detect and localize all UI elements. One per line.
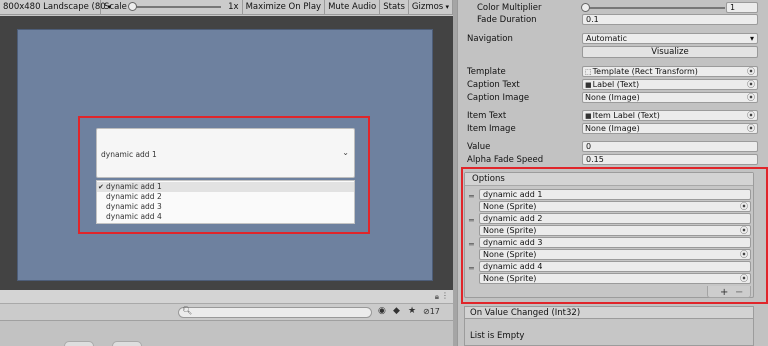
item-image-label: Item Image <box>467 124 516 134</box>
text-component-icon: ■ <box>585 81 592 89</box>
scale-label: Scale <box>104 1 127 12</box>
panel-tab-strip: 🔒︎ ⋮ <box>0 290 453 304</box>
hidden-count[interactable]: ⊘17 <box>423 307 440 316</box>
object-picker-icon[interactable]: ⦿ <box>747 93 755 102</box>
template-row: Template ⬚Template (Rect Transform) ⦿ <box>458 66 768 78</box>
color-multiplier-input[interactable]: 1 <box>726 2 758 13</box>
game-view-panel: 800x480 Landscape (80 Scale 1x Maximize … <box>0 0 453 346</box>
value-input[interactable]: 0 <box>582 141 758 152</box>
caption-image-row: Caption Image None (Image) ⦿ <box>458 92 768 104</box>
color-multiplier-slider-knob[interactable] <box>581 3 590 12</box>
search-icon: 🔍︎ <box>182 306 193 315</box>
list-empty-text: List is Empty <box>470 331 525 341</box>
color-multiplier-row: Color Multiplier 1 <box>458 2 768 14</box>
text-component-icon: ■ <box>585 112 592 120</box>
item-text-object-field[interactable]: ■Item Label (Text) ⦿ <box>582 110 758 121</box>
alpha-fade-speed-label: Alpha Fade Speed <box>467 155 544 165</box>
caption-image-object-field[interactable]: None (Image) ⦿ <box>582 92 758 103</box>
navigation-row: Navigation Automatic <box>458 33 768 45</box>
fade-duration-label: Fade Duration <box>477 15 537 25</box>
stats-toggle[interactable]: Stats <box>380 0 409 15</box>
item-text-label: Item Text <box>467 111 507 121</box>
caption-image-value: None (Image) <box>585 93 640 102</box>
on-value-changed-list: List is Empty <box>464 319 754 346</box>
scale-value: 1x <box>228 1 239 12</box>
gizmos-dropdown[interactable]: Gizmos <box>409 0 453 15</box>
navigation-select[interactable]: Automatic <box>582 33 758 44</box>
item-text-row: Item Text ■Item Label (Text) ⦿ <box>458 110 768 122</box>
item-image-object-field[interactable]: None (Image) ⦿ <box>582 123 758 134</box>
scale-control: Scale 1x <box>101 0 243 15</box>
color-multiplier-label: Color Multiplier <box>477 3 542 13</box>
search-input[interactable]: 🔍︎ <box>178 306 372 318</box>
caption-text-value: Label (Text) <box>592 80 640 89</box>
on-value-changed-header: On Value Changed (Int32) <box>464 306 754 319</box>
caption-text-label: Caption Text <box>467 80 520 90</box>
lock-icon[interactable]: 🔒︎ <box>435 292 439 302</box>
scale-slider-knob[interactable] <box>127 2 137 11</box>
menu-dots-icon[interactable]: ⋮ <box>441 291 449 300</box>
search-toolbar: 🔍︎ ◉ ◆ ★ ⊘17 <box>0 304 453 321</box>
bottom-tab[interactable] <box>64 341 94 346</box>
object-picker-icon[interactable]: ⦿ <box>747 124 755 133</box>
game-view-toolbar: 800x480 Landscape (80 Scale 1x Maximize … <box>0 0 453 15</box>
navigation-label: Navigation <box>467 34 513 44</box>
object-picker-icon[interactable]: ⦿ <box>747 111 755 120</box>
visualize-button[interactable]: Visualize <box>582 46 758 58</box>
highlight-box-dropdown <box>78 116 370 234</box>
caption-text-row: Caption Text ■Label (Text) ⦿ <box>458 79 768 91</box>
caption-text-object-field[interactable]: ■Label (Text) ⦿ <box>582 79 758 90</box>
alpha-fade-speed-input[interactable]: 0.15 <box>582 154 758 165</box>
object-picker-icon[interactable]: ⦿ <box>747 80 755 89</box>
scale-slider[interactable] <box>127 2 221 11</box>
item-image-value: None (Image) <box>585 124 640 133</box>
alpha-fade-speed-row: Alpha Fade Speed 0.15 <box>458 154 768 166</box>
bottom-tab[interactable] <box>112 341 142 346</box>
scene-hierarchy-strip: 🔒︎ ⋮ 🔍︎ ◉ ◆ ★ ⊘17 <box>0 290 453 346</box>
rect-transform-icon: ⬚ <box>585 68 592 76</box>
value-label: Value <box>467 142 491 152</box>
template-object-field[interactable]: ⬚Template (Rect Transform) ⦿ <box>582 66 758 77</box>
fade-duration-input[interactable]: 0.1 <box>582 14 758 25</box>
color-multiplier-slider[interactable] <box>581 3 725 12</box>
visualize-row: Visualize <box>458 46 768 58</box>
star-icon[interactable]: ★ <box>408 306 416 316</box>
template-value: Template (Rect Transform) <box>592 67 698 76</box>
mute-audio-toggle[interactable]: Mute Audio <box>325 0 381 15</box>
caption-image-label: Caption Image <box>467 93 530 103</box>
value-row: Value 0 <box>458 141 768 153</box>
item-image-row: Item Image None (Image) ⦿ <box>458 123 768 135</box>
resolution-dropdown[interactable]: 800x480 Landscape (80 <box>0 0 106 15</box>
fade-duration-row: Fade Duration 0.1 <box>458 14 768 26</box>
template-label: Template <box>467 67 506 77</box>
highlight-box-options <box>461 167 768 304</box>
object-picker-icon[interactable]: ⦿ <box>747 67 755 76</box>
tag-icon[interactable]: ◆ <box>393 306 400 316</box>
eye-icon[interactable]: ◉ <box>378 306 386 316</box>
maximize-on-play-toggle[interactable]: Maximize On Play <box>243 0 326 15</box>
item-text-value: Item Label (Text) <box>592 111 660 120</box>
